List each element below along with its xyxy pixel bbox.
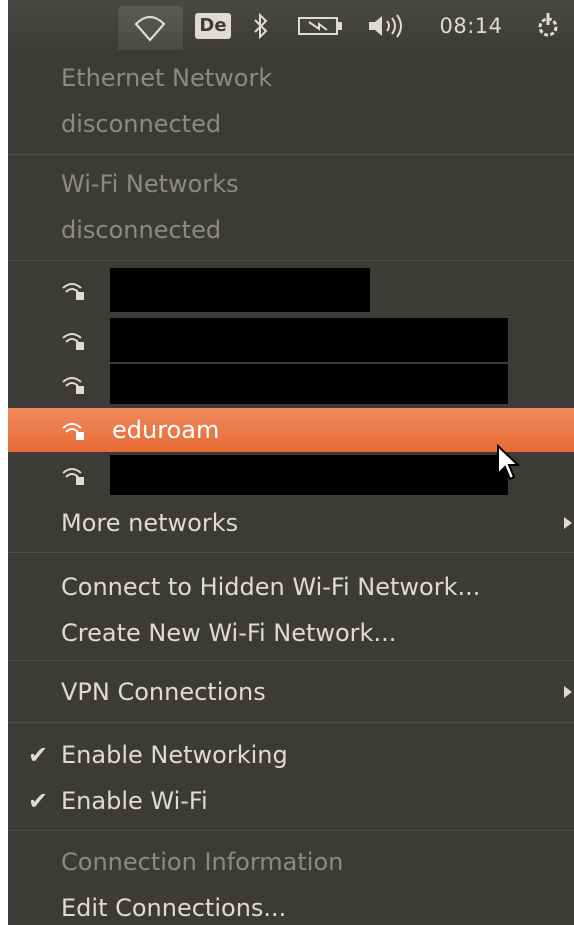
volume-indicator[interactable] (363, 0, 407, 52)
submenu-arrow-icon (564, 686, 572, 698)
network-item-eduroam[interactable]: eduroam (8, 408, 574, 452)
wifi-header: Wi-Fi Networks (61, 170, 239, 198)
separator (8, 660, 574, 661)
bluetooth-indicator[interactable] (246, 0, 276, 52)
separator (8, 154, 574, 155)
keyboard-layout-indicator[interactable]: De (191, 0, 235, 52)
enable-networking-item[interactable]: ✔ Enable Networking (8, 734, 574, 776)
battery-charging-icon (298, 17, 342, 35)
top-panel-bar: De 08:14 (8, 0, 574, 52)
bluetooth-icon (254, 12, 268, 40)
submenu-arrow-icon (564, 517, 572, 529)
enable-networking-label: Enable Networking (61, 741, 288, 769)
battery-indicator[interactable] (290, 0, 352, 52)
wifi-icon (134, 15, 166, 42)
redacted-network-name (110, 318, 508, 362)
wifi-secure-icon (62, 468, 84, 485)
separator (8, 722, 574, 723)
edit-connections-item[interactable]: Edit Connections... (8, 888, 574, 925)
redacted-network-name (110, 455, 508, 495)
wifi-secure-icon (62, 283, 84, 300)
ethernet-status: disconnected (61, 110, 222, 138)
ethernet-header: Ethernet Network (61, 64, 273, 92)
power-gear-icon (538, 13, 558, 37)
wifi-secure-icon (62, 377, 84, 394)
wifi-secure-icon (62, 423, 84, 440)
vpn-connections-label: VPN Connections (61, 678, 266, 706)
redacted-network-name (110, 268, 370, 312)
vpn-connections-item[interactable]: VPN Connections (8, 671, 574, 713)
mouse-cursor-icon (497, 444, 521, 481)
separator (8, 552, 574, 553)
create-new-network-item[interactable]: Create New Wi-Fi Network... (8, 612, 574, 654)
checkmark-icon: ✔ (28, 741, 49, 769)
network-name: eduroam (112, 416, 220, 444)
separator (8, 830, 574, 831)
wifi-secure-icon (62, 333, 84, 350)
keyboard-layout-badge: De (195, 13, 231, 39)
volume-icon (369, 14, 402, 38)
checkmark-icon: ✔ (28, 787, 49, 815)
separator (8, 260, 574, 261)
clock[interactable]: 08:14 (428, 0, 514, 52)
more-networks-label: More networks (61, 509, 239, 537)
session-indicator[interactable] (528, 0, 568, 52)
redacted-network-name (110, 364, 508, 404)
network-indicator[interactable] (118, 6, 183, 50)
more-networks-item[interactable]: More networks (8, 502, 574, 544)
enable-wifi-label: Enable Wi-Fi (61, 787, 208, 815)
wifi-status: disconnected (61, 216, 222, 244)
network-menu-panel: De 08:14 Ethernet Network disconnected W… (8, 0, 574, 925)
connection-information-item: Connection Information (61, 848, 344, 876)
connect-hidden-network-item[interactable]: Connect to Hidden Wi-Fi Network... (8, 566, 574, 608)
enable-wifi-item[interactable]: ✔ Enable Wi-Fi (8, 780, 574, 822)
